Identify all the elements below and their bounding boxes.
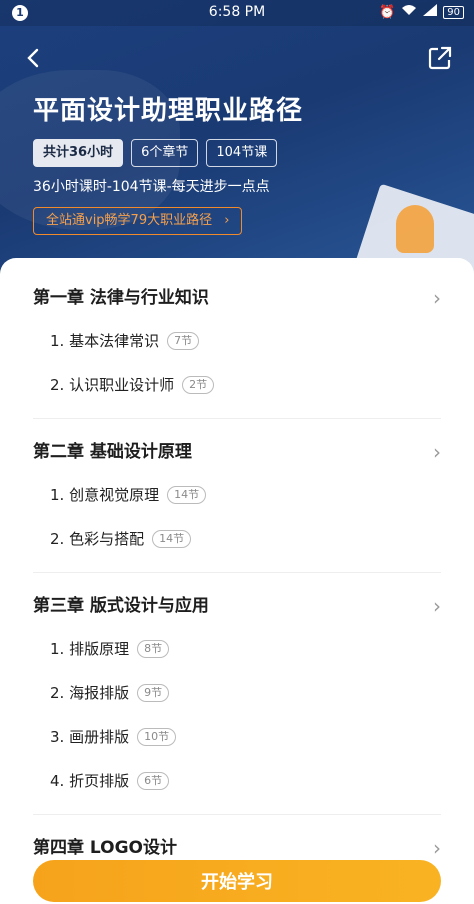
lesson-label: 1. 排版原理 <box>50 640 130 658</box>
lesson-count-badge: 14节 <box>152 530 192 548</box>
lesson-item[interactable]: 1. 排版原理 8节 <box>50 638 170 660</box>
lesson-item[interactable]: 3. 画册排版 10节 <box>50 726 177 748</box>
chevron-right-icon: › <box>433 836 441 860</box>
tag-lessons: 104节课 <box>206 139 278 167</box>
chapter-panel: 第一章 法律与行业知识 › 1. 基本法律常识 7节 2. 认识职业设计师 2节… <box>0 258 474 904</box>
vip-promo-label: 全站通vip畅学79大职业路径 <box>46 213 213 228</box>
lesson-count-badge: 14节 <box>167 486 207 504</box>
chapter-title: 第三章 版式设计与应用 <box>33 596 209 616</box>
lesson-item[interactable]: 2. 色彩与搭配 14节 <box>50 528 192 550</box>
chevron-right-icon: › <box>433 594 441 618</box>
lesson-label: 2. 海报排版 <box>50 684 130 702</box>
lesson-label: 3. 画册排版 <box>50 728 130 746</box>
lesson-count-badge: 9节 <box>137 684 170 702</box>
person-illustration <box>396 205 434 253</box>
chevron-right-icon: › <box>224 213 230 228</box>
lesson-label: 2. 认识职业设计师 <box>50 376 175 394</box>
tag-chapters: 6个章节 <box>131 139 199 167</box>
lesson-count-badge: 6节 <box>137 772 170 790</box>
start-learning-button[interactable]: 开始学习 <box>33 860 441 902</box>
status-icons: ⏰ 90 <box>379 4 464 20</box>
chapter-1[interactable]: 第一章 法律与行业知识 › <box>33 286 441 310</box>
alarm-icon: ⏰ <box>379 4 396 20</box>
battery-icon: 90 <box>443 5 464 19</box>
lesson-count-badge: 10节 <box>137 728 177 746</box>
lesson-label: 2. 色彩与搭配 <box>50 530 145 548</box>
chevron-right-icon: › <box>433 286 441 310</box>
lesson-label: 4. 折页排版 <box>50 772 130 790</box>
chapter-3[interactable]: 第三章 版式设计与应用 › <box>33 594 441 618</box>
wifi-icon <box>401 4 417 20</box>
status-bar: 1 6:58 PM ⏰ 90 <box>0 0 474 26</box>
course-title: 平面设计助理职业路径 <box>33 96 304 126</box>
course-tags: 共计36小时 6个章节 104节课 <box>33 139 278 167</box>
lesson-count-badge: 2节 <box>182 376 215 394</box>
course-subtitle: 36小时课时-104节课-每天进步一点点 <box>33 179 270 195</box>
chapter-title: 第二章 基础设计原理 <box>33 442 192 462</box>
share-icon[interactable] <box>426 44 454 72</box>
lesson-label: 1. 基本法律常识 <box>50 332 160 350</box>
tag-hours: 共计36小时 <box>33 139 124 167</box>
lesson-count-badge: 8节 <box>137 640 170 658</box>
vip-promo-button[interactable]: 全站通vip畅学79大职业路径 › <box>33 207 243 235</box>
divider <box>33 572 441 573</box>
lesson-label: 1. 创意视觉原理 <box>50 486 160 504</box>
back-arrow-icon[interactable] <box>20 44 48 72</box>
chapter-2[interactable]: 第二章 基础设计原理 › <box>33 440 441 464</box>
lesson-item[interactable]: 4. 折页排版 6节 <box>50 770 170 792</box>
divider <box>33 814 441 815</box>
lesson-item[interactable]: 2. 海报排版 9节 <box>50 682 170 704</box>
chapter-4[interactable]: 第四章 LOGO设计 › <box>33 836 441 860</box>
lesson-item[interactable]: 1. 创意视觉原理 14节 <box>50 484 207 506</box>
signal-icon <box>423 4 438 20</box>
lesson-item[interactable]: 2. 认识职业设计师 2节 <box>50 374 215 396</box>
chapter-title: 第四章 LOGO设计 <box>33 838 178 858</box>
chapter-title: 第一章 法律与行业知识 <box>33 288 209 308</box>
lesson-count-badge: 7节 <box>167 332 200 350</box>
divider <box>33 418 441 419</box>
lesson-item[interactable]: 1. 基本法律常识 7节 <box>50 330 200 352</box>
chevron-right-icon: › <box>433 440 441 464</box>
hero-banner: 1 6:58 PM ⏰ 90 平面设计助理职业路径 共计36小时 6个章节 10… <box>0 0 474 300</box>
